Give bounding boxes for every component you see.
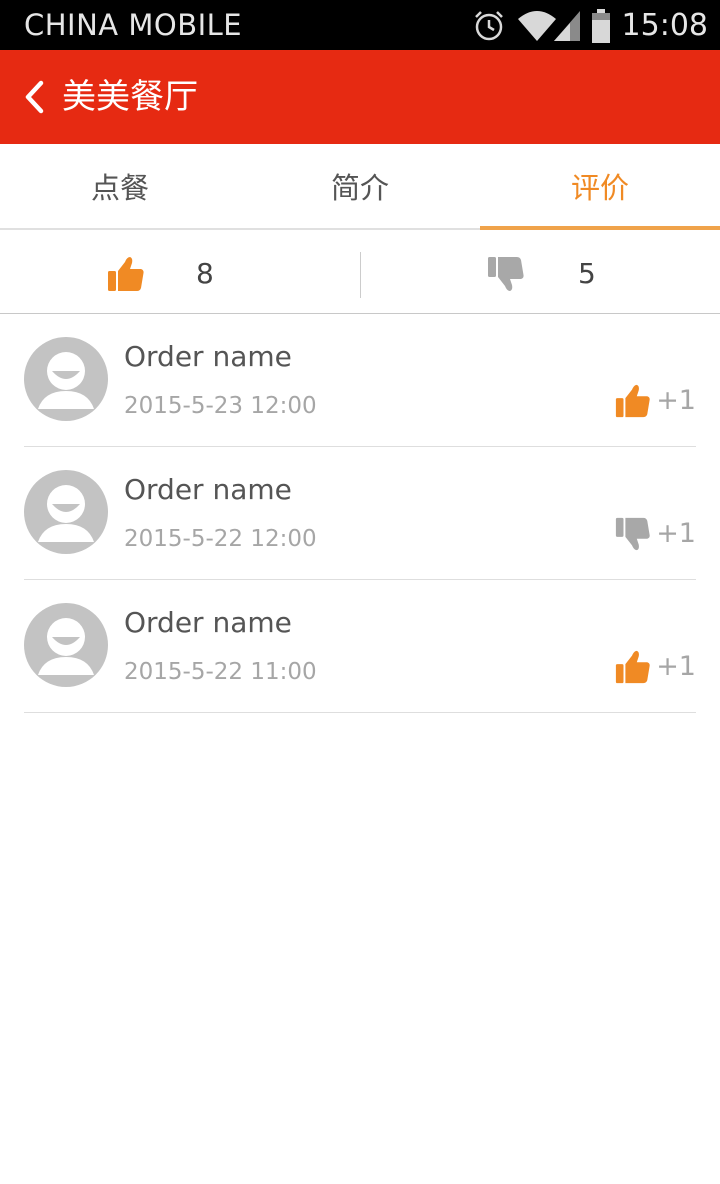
status-icons: 15:08: [472, 6, 708, 46]
user-avatar-icon: [38, 485, 94, 542]
vote-summary: 8 5: [0, 232, 720, 314]
status-bar: CHINA MOBILE 15:08: [0, 0, 720, 50]
vote-plus-one: +1: [656, 651, 696, 682]
review-date: 2015-5-22 12:00: [124, 526, 317, 552]
review-item[interactable]: Order name 2015-5-23 12:00 +1: [24, 314, 696, 447]
user-avatar-icon: [38, 352, 94, 409]
tab-order[interactable]: 点餐: [0, 144, 240, 228]
dislike-summary[interactable]: 5: [360, 232, 720, 313]
like-summary[interactable]: 8: [0, 232, 360, 313]
vote-plus-one: +1: [656, 518, 696, 549]
review-name: Order name: [124, 340, 292, 373]
avatar: [24, 337, 108, 421]
review-name: Order name: [124, 606, 292, 639]
alarm-icon: [474, 11, 503, 41]
vote-plus-one: +1: [656, 385, 696, 416]
avatar: [24, 603, 108, 687]
status-time: 15:08: [621, 8, 708, 43]
signal-icon: [553, 11, 580, 41]
thumbs-up-icon: [615, 650, 650, 684]
app-header: 美美餐厅: [0, 50, 720, 144]
thumbs-up-icon: [108, 257, 144, 291]
tab-reviews[interactable]: 评价: [480, 144, 720, 230]
review-date: 2015-5-22 11:00: [124, 659, 317, 685]
review-list: Order name 2015-5-23 12:00 +1 Order name…: [0, 314, 720, 713]
thumbs-down-icon: [615, 517, 650, 551]
thumbs-down-icon: [488, 257, 524, 291]
thumbs-up-icon: [615, 384, 650, 418]
chevron-left-icon: [25, 80, 44, 114]
tab-bar: 点餐 简介 评价: [0, 144, 720, 230]
user-avatar-icon: [38, 618, 94, 675]
page-title: 美美餐厅: [62, 77, 198, 117]
avatar: [24, 470, 108, 554]
review-item[interactable]: Order name 2015-5-22 11:00 +1: [24, 580, 696, 713]
battery-icon: [591, 9, 610, 43]
back-button[interactable]: [18, 77, 50, 117]
carrier-name: CHINA MOBILE: [24, 8, 243, 42]
dislike-count: 5: [578, 257, 596, 290]
tab-intro[interactable]: 简介: [240, 144, 480, 228]
review-item[interactable]: Order name 2015-5-22 12:00 +1: [24, 447, 696, 580]
review-name: Order name: [124, 473, 292, 506]
review-date: 2015-5-23 12:00: [124, 393, 317, 419]
like-count: 8: [196, 257, 214, 290]
